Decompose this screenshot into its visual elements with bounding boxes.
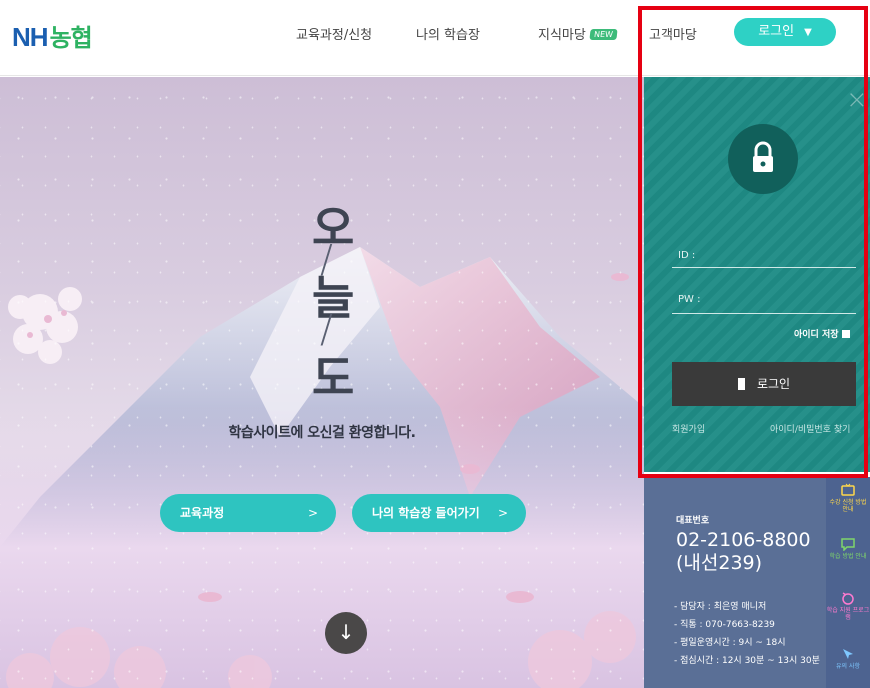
chat-icon [841,538,855,551]
close-icon[interactable]: × [846,85,868,115]
login-toggle-button[interactable]: 로그인 ▼ [734,18,836,46]
mouse-icon [842,592,854,605]
quick-link-learning[interactable]: 학습 방법 안내 [826,537,870,560]
contact-label: 대표번호 [676,516,710,526]
id-label: ID : [678,250,696,261]
new-badge: NEW [589,29,618,40]
page: NH농협 교육과정/신청 나의 학습장 지식마당NEW 고객마당 로그인 ▼ [0,0,870,688]
quick-link-notice[interactable]: 유의 사항 [826,647,870,670]
tv-icon [841,483,855,496]
lock-icon [753,141,773,172]
phone-extension: (내선239) [676,552,763,574]
nav-my-learning[interactable]: 나의 학습장 [416,24,480,43]
chevron-right-icon: > [307,506,318,520]
pin-icon [843,649,853,659]
find-account-link[interactable]: 아이디/비밀번호 찾기 [770,422,850,435]
hero-title-char-2: 늘 [312,271,355,325]
my-learning-button[interactable]: 나의 학습장 들어가기 > [352,494,526,532]
contact-line: - 담당자 : 최은영 매니저 [674,602,767,612]
contact-line: - 점심시간 : 12시 30분 ~ 13시 30분 [674,656,820,666]
courses-button-label: 교육과정 [180,506,225,520]
nav-customer[interactable]: 고객마당 [649,24,697,43]
quick-link-support[interactable]: 학습 지원 프로그램 [826,591,870,621]
nav-knowledge[interactable]: 지식마당 NEW [538,24,618,43]
logo-kr: 농협 [49,24,93,52]
pw-input[interactable] [672,313,856,314]
logo-nh: NH [12,22,49,52]
site-header: NH농협 교육과정/신청 나의 학습장 지식마당 NEW 고객마당 로그인 ▼ [0,0,870,76]
quick-link-label: 학습 지원 프로그램 [826,607,870,621]
login-toggle-label: 로그인 [758,24,795,39]
lock-badge [728,124,798,194]
hero-title-char-1: 오 [312,201,355,255]
pw-label: PW : [678,294,701,305]
contact-line: - 직통 : 070-7663-8239 [674,620,775,630]
quick-links: 수강 신청 방법 안내 학습 방법 안내 학습 지원 프로그램 유의 사항 [826,477,870,688]
nh-logo[interactable]: NH농협 [12,18,93,53]
contact-line: - 평일운영시간 : 9시 ~ 18시 [674,638,786,648]
contact-panel: 대표번호 02-2106-8800 (내선239) - 담당자 : 최은영 매니… [644,477,826,688]
chevron-down-icon: ▼ [804,27,812,38]
hero-banner: 오 / 늘 / 도 학습사이트에 오신걸 환영합니다. 교육과정 > 나의 학습… [0,77,644,688]
nav-knowledge-label: 지식마당 [538,28,586,43]
login-submit-button[interactable]: 로그인 [672,362,856,406]
scroll-down-button[interactable]: ↓ [325,612,367,654]
login-submit-label: 로그인 [756,377,791,391]
id-input[interactable] [672,267,856,268]
signup-link[interactable]: 회원가입 [672,422,705,435]
phone-number: 02-2106-8800 [676,529,811,551]
door-icon [737,378,745,390]
welcome-text: 학습사이트에 오신걸 환영합니다. [228,425,416,441]
save-id-label: 아이디 저장 [794,330,839,340]
quick-link-label: 학습 방법 안내 [829,553,867,560]
login-panel: × ID : PW : 아이디 저장 로그인 회원가입 아이디/비밀번호 찾기 [644,77,870,472]
checkbox-icon [841,330,850,338]
courses-button[interactable]: 교육과정 > [160,494,336,532]
quick-link-label: 유의 사항 [836,663,860,670]
hero-title-char-3: 도 [312,351,355,405]
quick-link-label: 수강 신청 방법 안내 [829,499,867,513]
my-learning-button-label: 나의 학습장 들어가기 [372,506,480,520]
nav-courses[interactable]: 교육과정/신청 [296,24,372,43]
chevron-right-icon: > [497,506,508,520]
quick-link-enrollment[interactable]: 수강 신청 방법 안내 [826,483,870,513]
contact-phone: 02-2106-8800 (내선239) [676,529,811,575]
arrow-down-icon: ↓ [337,620,355,644]
save-id-checkbox[interactable]: 아이디 저장 [794,327,850,340]
